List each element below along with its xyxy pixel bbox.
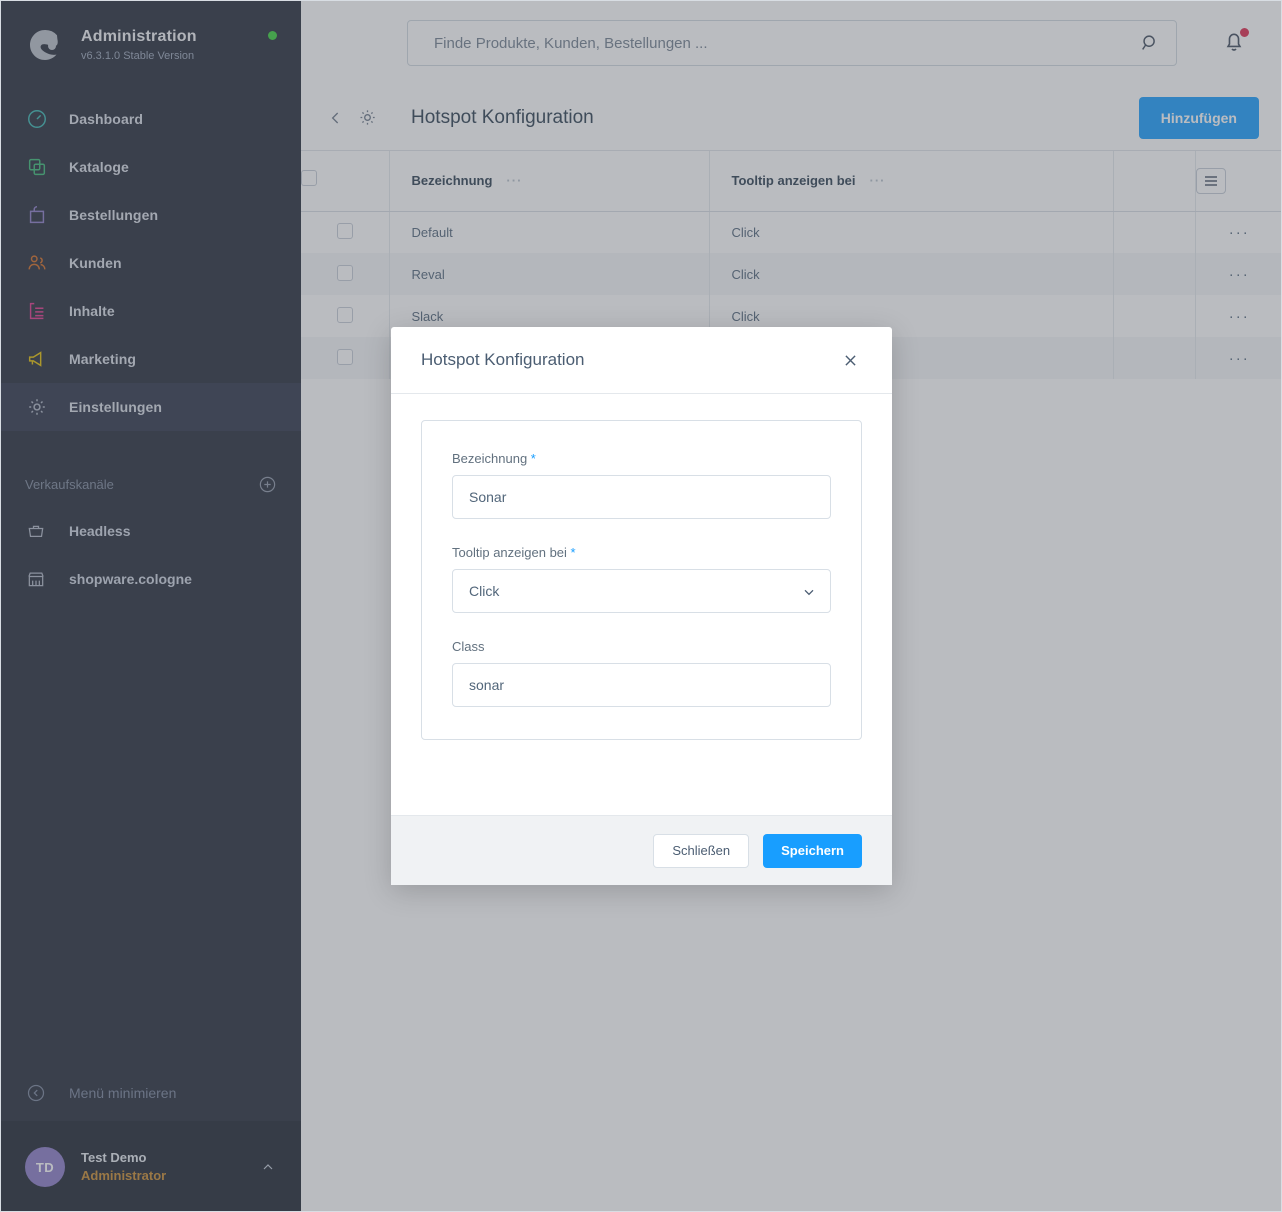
required-asterisk: * — [570, 545, 576, 560]
field-label-text: Tooltip anzeigen bei — [452, 545, 567, 560]
field-label-text: Class — [452, 639, 485, 654]
modal-title: Hotspot Konfiguration — [421, 350, 585, 369]
field-class: Class — [452, 639, 831, 707]
close-x-icon[interactable] — [838, 348, 862, 372]
field-label-text: Bezeichnung — [452, 451, 528, 466]
admin-application: Administration v6.3.1.0 Stable Version D… — [0, 0, 1282, 1212]
hotspot-form-card: Bezeichnung * Tooltip anzeigen bei * Cli… — [421, 420, 862, 740]
hotspot-konfiguration-modal: Hotspot Konfiguration Bezeichnung * Sona… — [391, 327, 892, 885]
tooltip-on-select[interactable]: Click — [452, 569, 831, 613]
field-tooltip-anzeigen-bei: Tooltip anzeigen bei * Click — [452, 545, 831, 613]
required-asterisk: * — [530, 451, 536, 466]
class-input[interactable] — [452, 663, 831, 707]
field-label-bezeichnung: Bezeichnung * — [452, 451, 831, 466]
field-label-tooltip-on: Tooltip anzeigen bei * — [452, 545, 831, 560]
close-button[interactable]: Schließen — [653, 833, 750, 868]
field-label-class: Class — [452, 639, 831, 654]
modal-footer: Schließen Speichern — [391, 815, 892, 885]
modal-body: Bezeichnung * Tooltip anzeigen bei * Cli… — [391, 394, 892, 815]
field-bezeichnung: Bezeichnung * — [452, 451, 831, 519]
bezeichnung-input[interactable] — [452, 475, 831, 519]
modal-header: Hotspot Konfiguration — [391, 327, 892, 394]
save-button[interactable]: Speichern — [763, 833, 862, 868]
